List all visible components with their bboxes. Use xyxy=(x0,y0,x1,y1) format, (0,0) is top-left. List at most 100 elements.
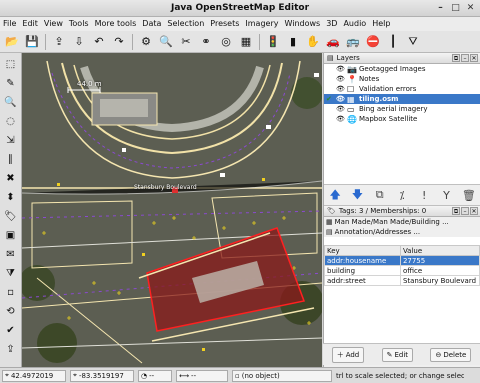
stop-icon[interactable]: ⛛ xyxy=(404,33,422,51)
visibility-eye-icon[interactable]: 👁 xyxy=(336,105,345,113)
move-down-icon[interactable]: 🡇 xyxy=(349,187,366,204)
layer-item[interactable]: 👁 🌐 Mapbox Satellite xyxy=(324,114,480,124)
tag-key[interactable]: building xyxy=(324,265,401,276)
bollard-icon[interactable]: ┃ xyxy=(384,33,402,51)
maximize-icon[interactable]: □ xyxy=(450,3,461,14)
visibility-icon[interactable]: ⁒ xyxy=(393,187,410,204)
search-icon[interactable]: 🔍 xyxy=(157,33,175,51)
street-label: Stansbury Boulevard xyxy=(134,184,197,191)
changeset-icon[interactable]: ⇪ xyxy=(2,340,20,358)
menu-help[interactable]: Help xyxy=(372,17,390,31)
car-icon[interactable]: 🚗 xyxy=(324,33,342,51)
redo-icon[interactable]: ↷ xyxy=(110,33,128,51)
merge-icon[interactable]: ⧉ xyxy=(371,187,388,204)
layer-item[interactable]: 👁 ▭ Bing aerial imagery xyxy=(324,104,480,114)
visibility-eye-icon[interactable]: 👁 xyxy=(336,75,345,83)
tag-key[interactable]: addr:housename xyxy=(324,255,401,266)
menu-edit[interactable]: Edit xyxy=(22,17,38,31)
visibility-eye-icon[interactable]: 👁 xyxy=(336,95,345,103)
layer-item[interactable]: 👁 📷 Geotagged Images xyxy=(324,64,480,74)
key-column-header[interactable]: Key xyxy=(324,245,401,256)
align-circle-icon[interactable]: ◎ xyxy=(217,33,235,51)
preferences-icon[interactable]: ⚙ xyxy=(137,33,155,51)
draw-icon[interactable]: ✎ xyxy=(2,74,20,92)
filter-icon[interactable]: ⧩ xyxy=(2,264,20,282)
add-tag-button[interactable]: ＋ Add xyxy=(331,346,365,363)
imagery-icon[interactable]: ▣ xyxy=(2,226,20,244)
map-canvas[interactable] xyxy=(22,53,322,367)
open-file-icon[interactable]: 📂 xyxy=(3,33,21,51)
traffic-light-icon[interactable]: 🚦 xyxy=(264,33,282,51)
extrude-icon[interactable]: ⬍ xyxy=(2,188,20,206)
upload-icon[interactable]: ⇪ xyxy=(50,33,68,51)
menu-view[interactable]: View xyxy=(44,17,63,31)
menu-windows[interactable]: Windows xyxy=(284,17,320,31)
close-icon[interactable]: ✕ xyxy=(465,3,476,14)
visibility-eye-icon[interactable]: 👁 xyxy=(336,85,345,93)
dead-end-icon[interactable]: ⛔ xyxy=(364,33,382,51)
zoom-icon[interactable]: 🔍 xyxy=(2,93,20,111)
save-icon[interactable]: 💾 xyxy=(23,33,41,51)
minimize-icon[interactable]: – xyxy=(435,3,446,14)
menu-audio[interactable]: Audio xyxy=(343,17,366,31)
edit-icon: ✎ xyxy=(386,350,393,359)
note-icon[interactable]: ✉ xyxy=(2,245,20,263)
value-column-header[interactable]: Value xyxy=(399,245,480,256)
activate-icon[interactable]: ! xyxy=(416,187,433,204)
tag-value[interactable]: Stansbury Boulevard xyxy=(399,275,480,286)
menu-3d[interactable]: 3D xyxy=(326,17,337,31)
tag-value[interactable]: 27755 xyxy=(399,255,480,266)
tag-icon[interactable]: 🏷 xyxy=(2,207,20,225)
undo-icon[interactable]: ↶ xyxy=(90,33,108,51)
barrier-icon[interactable]: ▮ xyxy=(284,33,302,51)
menu-file[interactable]: File xyxy=(3,17,16,31)
hand-icon[interactable]: ✋ xyxy=(304,33,322,51)
validator-icon[interactable]: ✔ xyxy=(2,321,20,339)
delete-layer-icon[interactable]: 🗑 xyxy=(460,187,477,204)
select-icon[interactable]: ⬚ xyxy=(2,55,20,73)
history-icon[interactable]: ⟲ xyxy=(2,302,20,320)
panel-minimize-icon[interactable]: – xyxy=(461,207,469,215)
move-up-icon[interactable]: 🡅 xyxy=(327,187,344,204)
menu-presets[interactable]: Presets xyxy=(210,17,239,31)
duplicate-icon[interactable]: Y xyxy=(438,187,455,204)
visibility-eye-icon[interactable]: 👁 xyxy=(336,65,345,73)
combine-icon[interactable]: ⚭ xyxy=(197,33,215,51)
layer-item[interactable]: 👁 📍 Notes xyxy=(324,74,480,84)
split-way-icon[interactable]: ✂ xyxy=(177,33,195,51)
menu-more-tools[interactable]: More tools xyxy=(95,17,137,31)
lasso-icon[interactable]: ◌ xyxy=(2,112,20,130)
delete-tag-button[interactable]: ⊖ Delete xyxy=(430,347,472,362)
tag-key[interactable]: addr:street xyxy=(324,275,401,286)
menu-data[interactable]: Data xyxy=(142,17,161,31)
membership-row[interactable]: ▦ Man Made/Man Made/Building ... xyxy=(324,217,480,227)
layer-item[interactable]: ✔ 👁 ▦ tiling.osm xyxy=(324,94,480,104)
panel-close-icon[interactable]: ✕ xyxy=(470,54,478,62)
menu-imagery[interactable]: Imagery xyxy=(245,17,278,31)
menu-selection[interactable]: Selection xyxy=(167,17,204,31)
map-paint-icon[interactable]: ▦ xyxy=(237,33,255,51)
download-icon[interactable]: ⇩ xyxy=(70,33,88,51)
layer-item[interactable]: 👁 ☐ Validation errors xyxy=(324,84,480,94)
tag-row[interactable]: building office xyxy=(324,265,480,276)
map-view[interactable]: 44.0 m Stansbury Boulevard xyxy=(22,53,322,367)
parallel-icon[interactable]: ∥ xyxy=(2,150,20,168)
tag-row[interactable]: addr:housename 27755 xyxy=(324,255,480,266)
edit-tag-button[interactable]: ✎ Edit xyxy=(381,347,414,362)
tag-row[interactable]: addr:street Stansbury Boulevard xyxy=(324,275,480,286)
distance-value: -- xyxy=(191,371,197,380)
panel-detach-icon[interactable]: ⧉ xyxy=(452,207,460,215)
improve-way-icon[interactable]: ⇲ xyxy=(2,131,20,149)
lon-icon: ⌖ xyxy=(73,371,77,379)
bus-icon[interactable]: 🚌 xyxy=(344,33,362,51)
panel-minimize-icon[interactable]: – xyxy=(461,54,469,62)
layer-type-icon: 📷 xyxy=(347,64,357,74)
minimap-icon[interactable]: ▫ xyxy=(2,283,20,301)
panel-detach-icon[interactable]: ⧉ xyxy=(452,54,460,62)
membership-row[interactable]: ▤ Annotation/Addresses ... xyxy=(324,227,480,237)
delete-icon[interactable]: ✖ xyxy=(2,169,20,187)
tag-value[interactable]: office xyxy=(399,265,480,276)
visibility-eye-icon[interactable]: 👁 xyxy=(336,115,345,123)
panel-close-icon[interactable]: ✕ xyxy=(470,207,478,215)
menu-tools[interactable]: Tools xyxy=(69,17,89,31)
